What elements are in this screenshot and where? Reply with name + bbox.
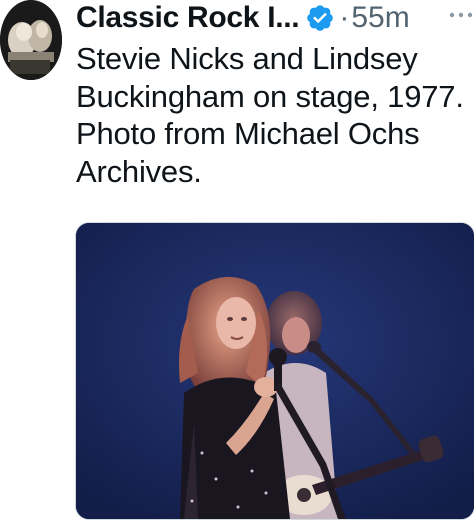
verified-badge-icon	[305, 3, 335, 33]
more-options-icon[interactable]	[448, 4, 474, 26]
timestamp[interactable]: 55m	[351, 1, 409, 35]
tweet[interactable]: Classic Rock I... · 55m Stevie Nicks and…	[0, 0, 474, 520]
tweet-header: Classic Rock I... · 55m	[76, 0, 474, 36]
tweet-photo[interactable]	[75, 222, 474, 520]
author-name[interactable]: Classic Rock I...	[76, 1, 300, 35]
avatar[interactable]	[0, 0, 62, 80]
tweet-text: Stevie Nicks and Lindsey Buckingham on s…	[76, 41, 464, 189]
separator-dot: ·	[339, 1, 350, 34]
